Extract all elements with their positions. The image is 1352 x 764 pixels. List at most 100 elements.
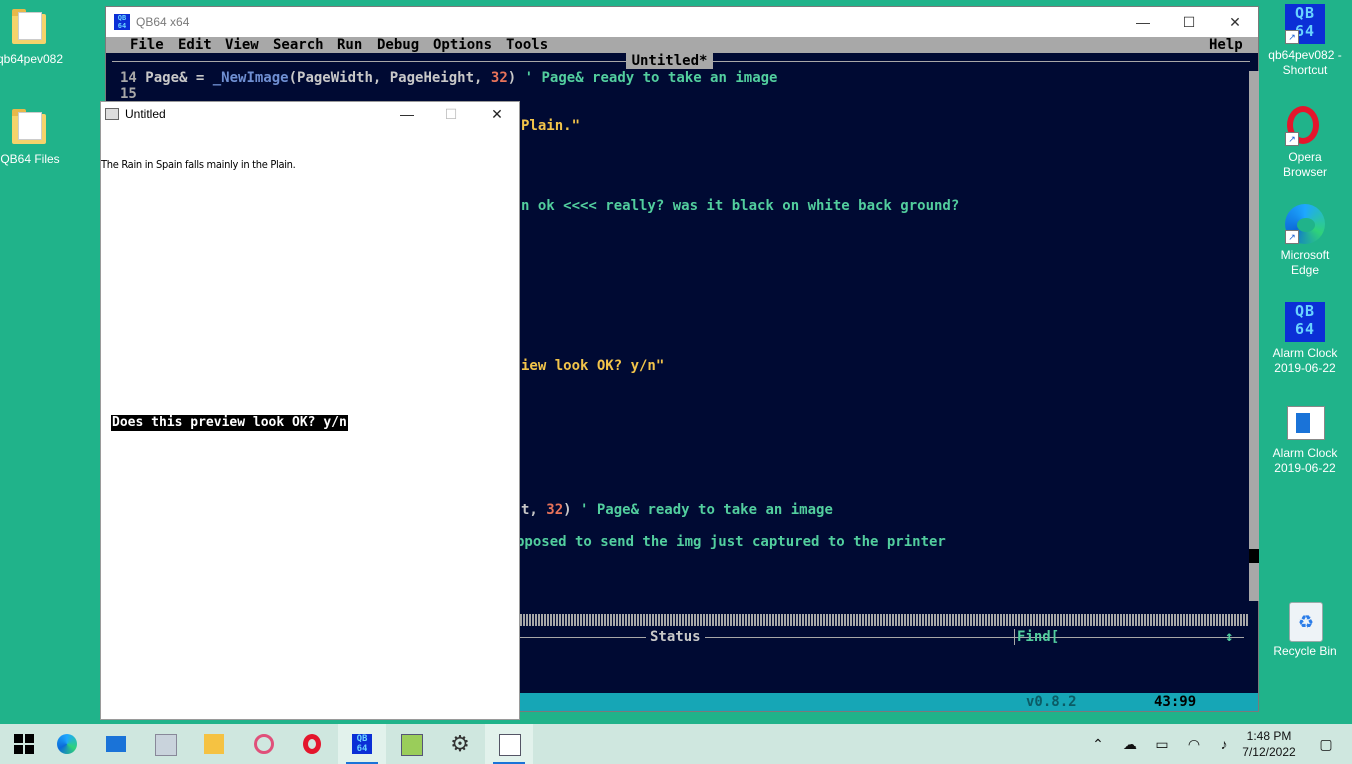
taskbar: QB 64 ⚙ ⌃ ☁ ▭ ◠ ♪ 1:48 PM 7/12/2022 ▢: [0, 724, 1352, 764]
qb64-icon: QB 64: [1285, 302, 1325, 342]
vertical-scrollbar[interactable]: [1248, 71, 1259, 601]
program-window-title: Untitled: [125, 107, 166, 121]
menu-file[interactable]: File: [130, 37, 164, 53]
taskbar-settings[interactable]: ⚙: [436, 724, 484, 764]
notification-icon[interactable]: ▢: [1314, 724, 1338, 764]
desktop-icon-recycle-bin[interactable]: ♻ Recycle Bin: [1267, 600, 1343, 659]
program-title-bar[interactable]: Untitled — ☐ ✕: [101, 102, 519, 126]
clock[interactable]: 1:48 PM 7/12/2022: [1234, 728, 1304, 760]
file-title: Untitled*: [626, 53, 713, 69]
code-fragment: iew look OK? y/n": [521, 358, 665, 374]
desktop-icon-label: qb64pev082: [0, 52, 64, 66]
code-text: Page& =: [145, 70, 213, 86]
taskbar-opera[interactable]: [289, 724, 337, 764]
desktop-icon-edge[interactable]: ↗ Microsoft Edge: [1267, 204, 1343, 278]
ide-title-bar[interactable]: QB 64 QB64 x64 — ☐ ✕: [106, 7, 1258, 37]
code-fragment: n ok <<<< really? was it black on white …: [521, 198, 960, 214]
code-text: ): [507, 70, 517, 86]
line-number: 14: [120, 70, 137, 86]
desktop-icon-opera[interactable]: ↗ Opera Browser: [1267, 106, 1343, 180]
output-text-line: The Rain in Spain falls mainly in the Pl…: [101, 158, 296, 171]
desktop-icon-qb64-files[interactable]: QB64 Files: [0, 108, 68, 167]
desktop-icon-label: qb64pev082 - Shortcut: [1268, 48, 1342, 77]
menu-view[interactable]: View: [225, 37, 259, 53]
code-number: 32: [546, 502, 564, 518]
code-fragment: t, 32) ' Page& ready to take an image: [521, 502, 833, 518]
code-comment: ' Page& ready to take an image: [516, 70, 778, 86]
menu-help[interactable]: Help: [1209, 37, 1243, 53]
program-output-window[interactable]: Untitled — ☐ ✕ The Rain in Spain falls m…: [100, 101, 520, 720]
minimize-button[interactable]: —: [1120, 7, 1166, 37]
notepad-icon: [1287, 406, 1325, 440]
mail-icon: [106, 736, 126, 752]
desktop-icon-qb64-shortcut[interactable]: QB 64 ↗ qb64pev082 - Shortcut: [1267, 4, 1343, 78]
snip-icon: [254, 734, 274, 754]
desktop-icon-label: Alarm Clock 2019-06-22: [1272, 346, 1338, 375]
code-text: ): [563, 502, 572, 518]
minimize-button[interactable]: —: [385, 102, 429, 126]
volume-icon[interactable]: ♪: [1212, 724, 1236, 764]
program-window-icon: [499, 734, 521, 756]
menu-tools[interactable]: Tools: [506, 37, 548, 53]
settings-icon: ⚙: [450, 731, 470, 756]
start-button[interactable]: [0, 724, 48, 764]
ide-window-title: QB64 x64: [136, 15, 190, 29]
find-field[interactable]: Find[ ↕: [1014, 629, 1247, 645]
menu-search[interactable]: Search: [273, 37, 324, 53]
menu-debug[interactable]: Debug: [377, 37, 419, 53]
taskbar-qb64[interactable]: QB 64: [338, 724, 386, 764]
desktop-icon-label: Opera Browser: [1282, 150, 1327, 179]
code-comment: ' Page& ready to take an image: [571, 502, 833, 518]
wifi-icon[interactable]: ◠: [1182, 724, 1206, 764]
taskbar-file-explorer[interactable]: [190, 724, 238, 764]
desktop-icon-label: Recycle Bin: [1273, 644, 1337, 658]
find-label: Find[: [1017, 629, 1060, 645]
menu-edit[interactable]: Edit: [178, 37, 212, 53]
code-fragment: Plain.": [521, 118, 581, 134]
close-button[interactable]: ✕: [1212, 7, 1258, 37]
find-arrows-icon[interactable]: ↕: [1225, 629, 1233, 645]
qb64-icon: QB 64: [114, 14, 130, 30]
menu-run[interactable]: Run: [337, 37, 362, 53]
desktop-icon-alarm-clock-qb64[interactable]: QB 64 Alarm Clock 2019-06-22: [1267, 302, 1343, 376]
status-label: Status: [646, 629, 705, 645]
opera-icon: [303, 734, 321, 754]
clock-time: 1:48 PM: [1246, 729, 1292, 743]
desktop-icon-qb64pev082[interactable]: qb64pev082: [0, 8, 68, 67]
recycle-bin-icon: ♻: [1289, 602, 1323, 642]
cursor-position: 43:99: [1154, 694, 1197, 710]
qb64-icon: QB 64: [352, 734, 372, 754]
window-icon: [105, 108, 119, 120]
taskbar-notepad[interactable]: [387, 724, 435, 764]
version-label: v0.8.2: [1026, 694, 1077, 710]
close-button[interactable]: ✕: [475, 102, 519, 126]
code-text: (PageWidth, PageHeight,: [288, 70, 491, 86]
battery-icon[interactable]: ▭: [1150, 724, 1174, 764]
taskbar-mail[interactable]: [92, 724, 140, 764]
code-line-15: 15: [120, 86, 137, 102]
taskbar-program-window[interactable]: [485, 724, 533, 764]
output-prompt: Does this preview look OK? y/n: [111, 415, 348, 431]
scrollbar-thumb[interactable]: [1249, 549, 1259, 563]
code-text: t,: [521, 502, 547, 518]
maximize-button[interactable]: ☐: [1166, 7, 1212, 37]
notepad-icon: [401, 734, 423, 756]
menu-options[interactable]: Options: [433, 37, 492, 53]
code-fragment: pposed to send the img just captured to …: [516, 534, 946, 550]
code-line-14: 14 Page& = _NewImage(PageWidth, PageHeig…: [120, 70, 777, 86]
onedrive-icon[interactable]: ☁: [1118, 724, 1142, 764]
desktop-icon-alarm-clock-text[interactable]: Alarm Clock 2019-06-22: [1267, 402, 1343, 476]
maximize-button[interactable]: ☐: [429, 102, 473, 126]
folder-icon: [12, 109, 46, 144]
desktop-icon-label: QB64 Files: [0, 152, 60, 166]
edge-icon: [57, 734, 77, 754]
code-number: 32: [490, 70, 508, 86]
desktop-icon-label: Microsoft Edge: [1280, 248, 1330, 277]
taskbar-snip[interactable]: [240, 724, 288, 764]
start-icon: [14, 734, 34, 754]
taskbar-edge[interactable]: [43, 724, 91, 764]
photos-icon: [155, 734, 177, 756]
taskbar-photos[interactable]: [141, 724, 189, 764]
code-function: _NewImage: [212, 70, 289, 86]
tray-overflow-icon[interactable]: ⌃: [1086, 724, 1110, 764]
